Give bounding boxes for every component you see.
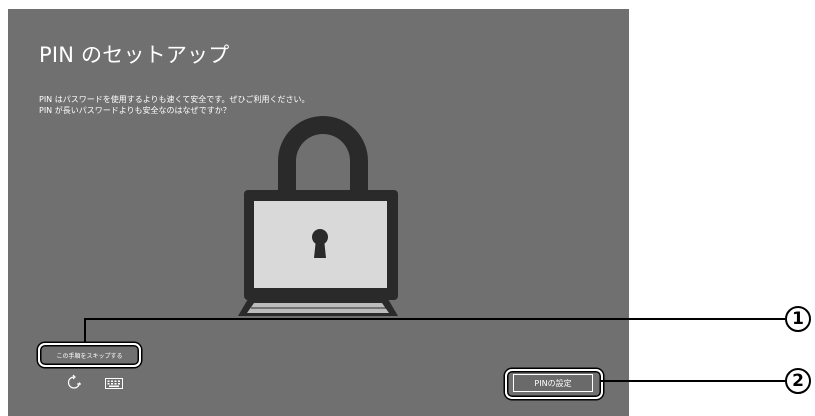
callout-1-leader [84,318,785,320]
pin-setup-screen: PIN のセットアップ PIN はパスワードを使用するよりも速くて安全です。ぜひ… [8,9,629,416]
callout-2-leader [600,380,785,382]
lock-shackle-icon [278,116,368,193]
pin-setup-button[interactable]: PINの設定 [513,374,593,392]
callout-1-marker: 1 [785,306,811,332]
callout-2-marker: 2 [785,368,811,394]
keyboard-icon[interactable] [105,378,123,389]
callout-1-leader-vertical [84,318,86,342]
skip-step-button[interactable]: この手順をスキップする [41,346,138,364]
ease-of-access-icon[interactable] [66,374,82,390]
